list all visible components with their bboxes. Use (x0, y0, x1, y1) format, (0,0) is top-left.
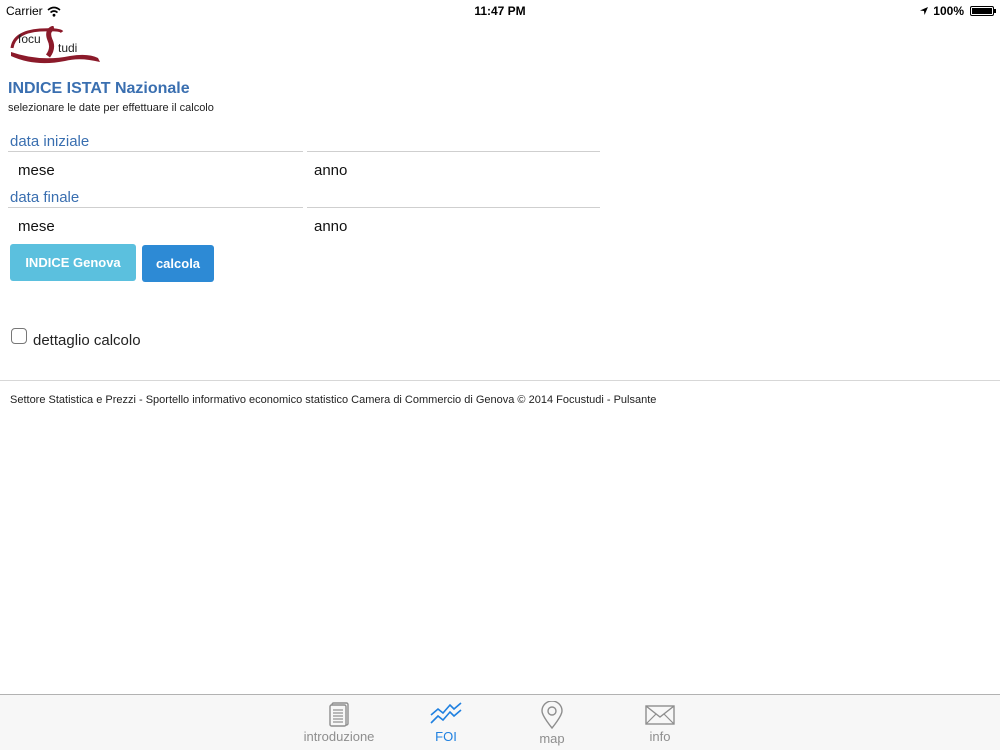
logo-text-bottom: tudi (58, 41, 77, 55)
chart-line-icon (430, 702, 462, 724)
tab-info[interactable]: info (615, 699, 705, 749)
map-pin-icon (541, 701, 563, 729)
detail-checkbox-label[interactable]: dettaglio calcolo (33, 332, 141, 349)
end-year-select[interactable]: anno (314, 218, 347, 235)
tab-label-map: map (539, 731, 565, 746)
start-date-label: data iniziale (10, 133, 90, 150)
tab-label-foi: FOI (435, 729, 457, 744)
tab-bar: introduzione FOI map info (0, 694, 1000, 750)
end-label-divider (8, 207, 303, 208)
envelope-icon (645, 705, 675, 725)
tab-map[interactable]: map (507, 699, 597, 749)
status-bar: Carrier 11:47 PM 100% (0, 0, 1000, 20)
logo-text-top: focu (18, 32, 41, 46)
start-year-divider (307, 151, 600, 152)
battery-fill (972, 8, 992, 14)
start-year-select[interactable]: anno (314, 162, 347, 179)
status-right: 100% (919, 4, 996, 18)
battery-percent: 100% (933, 4, 964, 18)
battery-icon (970, 6, 996, 16)
tab-label-info: info (649, 729, 671, 744)
focustudi-logo: focu tudi (10, 25, 102, 64)
tab-introduzione[interactable]: introduzione (294, 699, 384, 749)
document-icon (329, 702, 349, 727)
indice-genova-button[interactable]: INDICE Genova (10, 244, 136, 281)
tab-foi[interactable]: FOI (401, 699, 491, 749)
page-subtitle: selezionare le date per effettuare il ca… (8, 102, 214, 114)
start-label-divider (8, 151, 303, 152)
footer-text: Settore Statistica e Prezzi - Sportello … (10, 394, 657, 406)
status-time: 11:47 PM (474, 4, 526, 18)
footer-divider (0, 380, 1000, 381)
location-arrow-icon (920, 7, 929, 15)
start-month-select[interactable]: mese (18, 162, 55, 179)
detail-checkbox[interactable] (11, 328, 27, 344)
calcola-button[interactable]: calcola (142, 245, 214, 282)
end-month-select[interactable]: mese (18, 218, 55, 235)
logo-graphic: focu tudi (10, 25, 100, 64)
tab-label-introduzione: introduzione (303, 729, 375, 744)
page-title: INDICE ISTAT Nazionale (8, 80, 190, 97)
end-year-divider (307, 207, 600, 208)
end-date-label: data finale (10, 189, 80, 206)
